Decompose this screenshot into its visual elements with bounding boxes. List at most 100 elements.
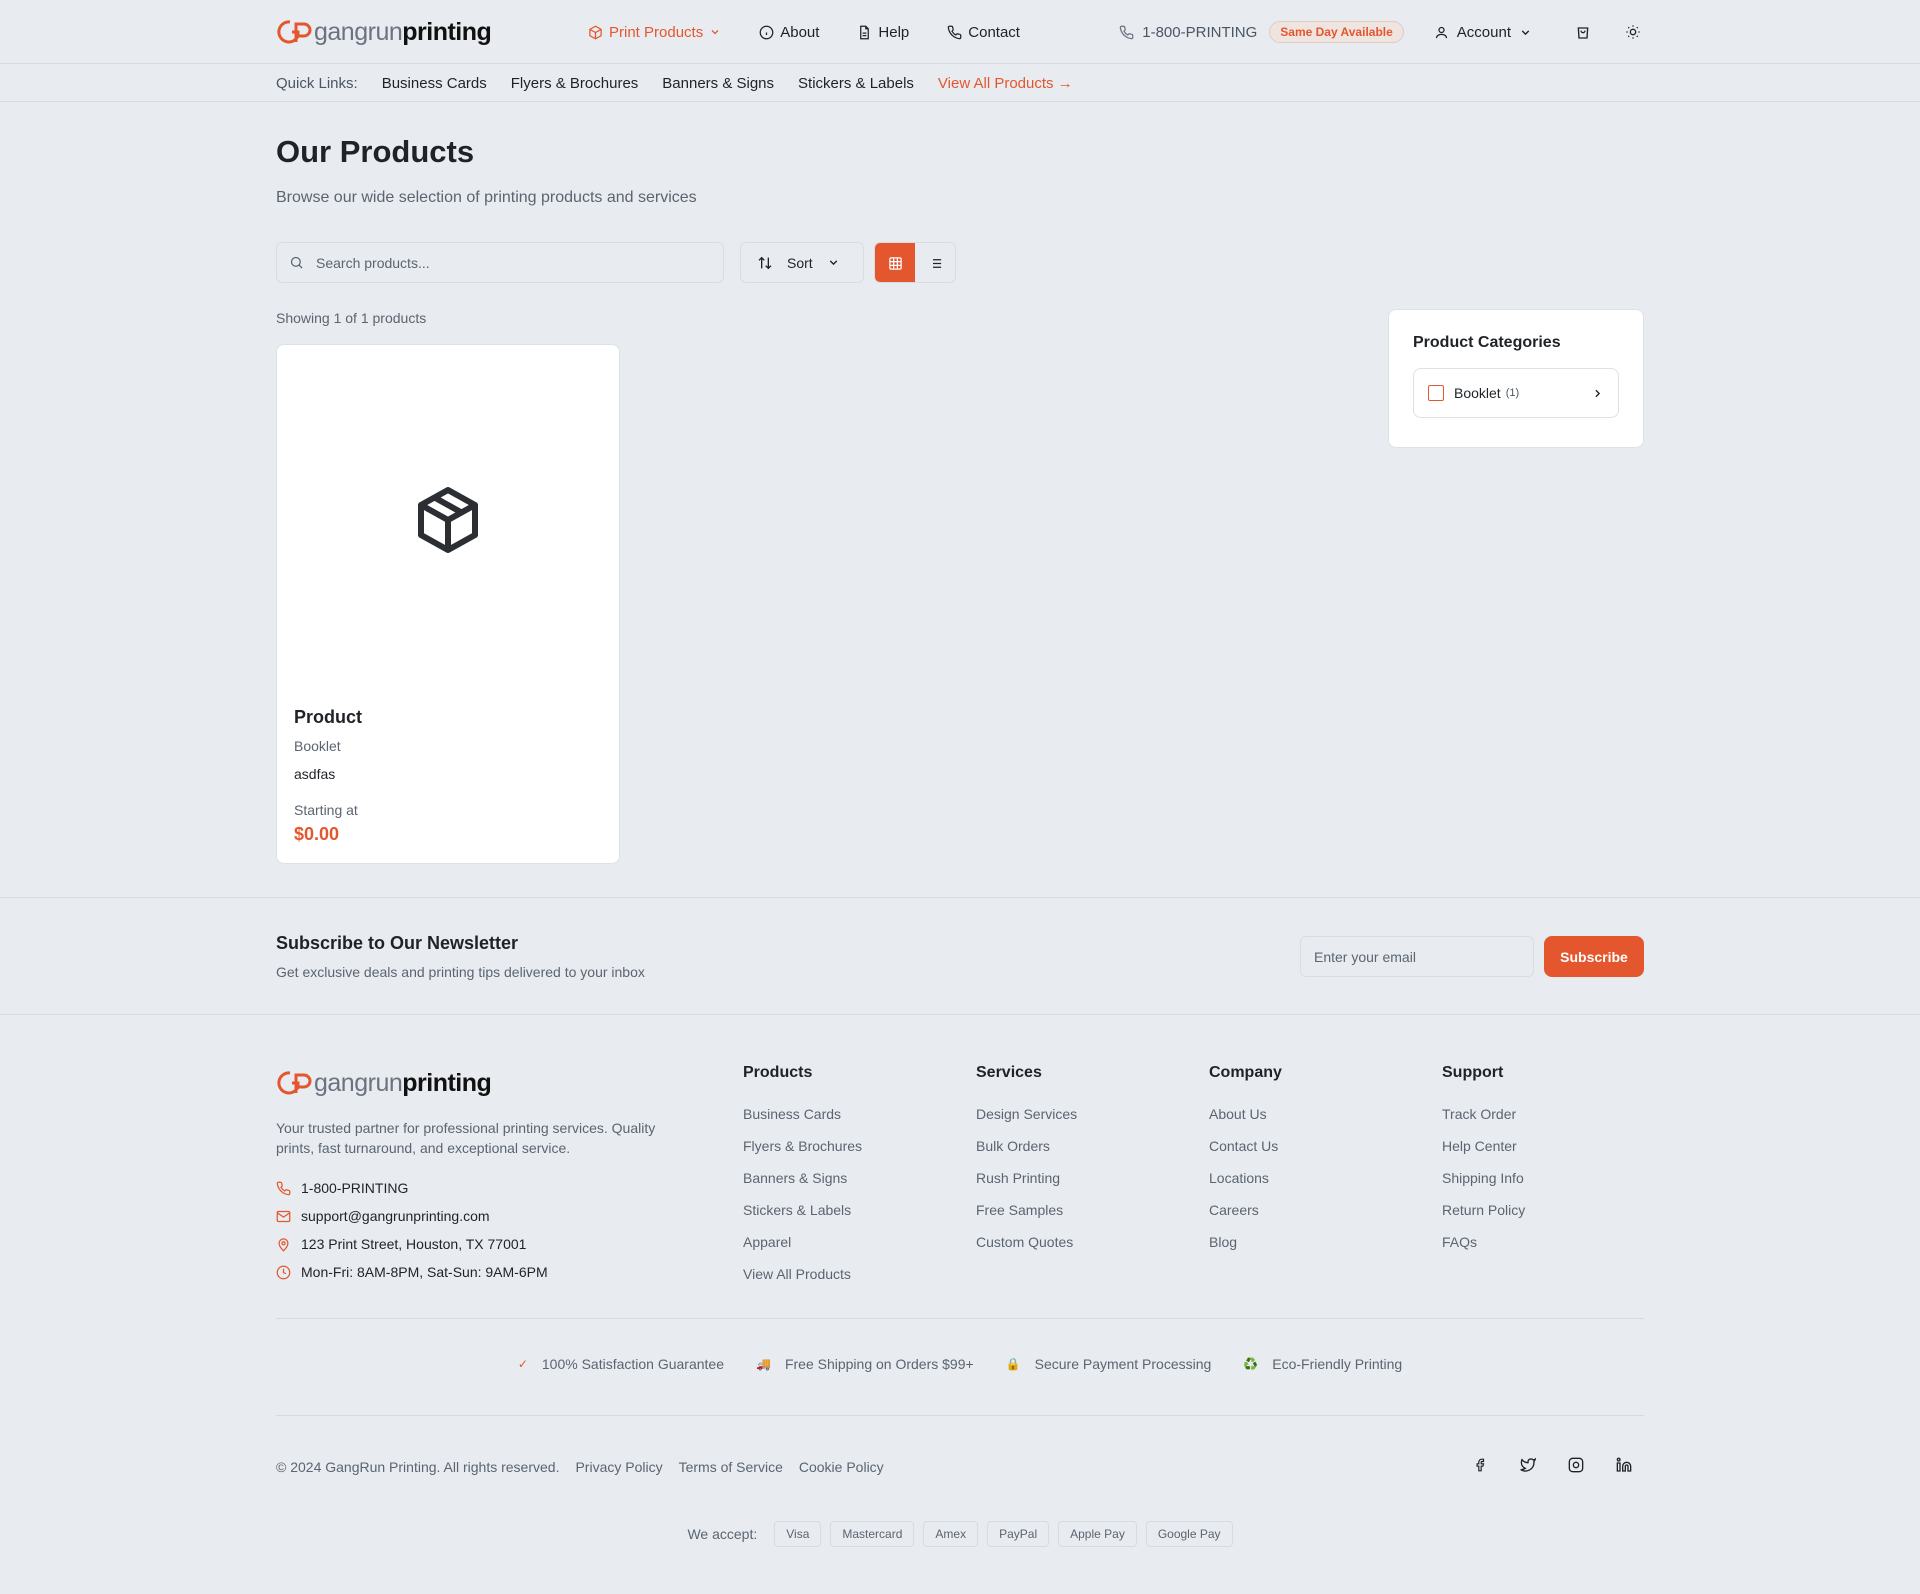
footer-link[interactable]: View All Products [743, 1258, 862, 1290]
footer-phone[interactable]: 1-800-PRINTING [276, 1174, 548, 1202]
trust-item: ♻️ Eco-Friendly Printing [1243, 1356, 1402, 1372]
chevron-down-icon [829, 260, 837, 266]
newsletter-title: Subscribe to Our Newsletter [276, 933, 519, 953]
payment-chip-google-pay: Google Pay [1145, 1521, 1233, 1547]
instagram-link[interactable] [1566, 1455, 1586, 1475]
facebook-link[interactable] [1470, 1455, 1490, 1475]
footer-phone-text: 1-800-PRINTING [301, 1180, 409, 1196]
lock-icon: 🔒 [1005, 1357, 1021, 1371]
logo-text-part1: gangrun [314, 17, 403, 46]
newsletter-email-input[interactable] [1300, 936, 1534, 977]
footer-col-company: Company About Us Contact Us Locations Ca… [1209, 1064, 1282, 1258]
header-tools: 1-800-PRINTING Same Day Available Accoun… [1119, 0, 1644, 64]
quick-link-stickers-labels[interactable]: Stickers & Labels [798, 75, 914, 92]
phone-icon [947, 25, 962, 39]
footer-link[interactable]: Design Services [976, 1098, 1077, 1130]
logo-mark-icon [277, 1071, 312, 1095]
footer-link[interactable]: Stickers & Labels [743, 1194, 862, 1226]
footer-address-text: 123 Print Street, Houston, TX 77001 [301, 1236, 527, 1252]
sort-label: Sort [787, 254, 813, 271]
account-menu[interactable]: Account [1434, 24, 1532, 41]
package-icon [589, 25, 602, 39]
subscribe-button[interactable]: Subscribe [1544, 936, 1644, 977]
footer-hours-text: Mon-Fri: 8AM-8PM, Sat-Sun: 9AM-6PM [301, 1264, 548, 1280]
site-logo[interactable]: gangrunprinting [276, 17, 492, 47]
footer-col-support: Support Track Order Help Center Shipping… [1442, 1064, 1525, 1258]
footer-link[interactable]: FAQs [1442, 1226, 1525, 1258]
category-count: (1) [1505, 387, 1520, 399]
product-price: $0.00 [294, 824, 340, 844]
footer-divider [276, 1415, 1644, 1416]
cart-button[interactable] [1572, 21, 1594, 43]
category-item-booklet[interactable]: Booklet (1) [1413, 368, 1619, 418]
trust-text: Eco-Friendly Printing [1272, 1356, 1403, 1372]
footer-bottom-links: © 2024 GangRun Printing. All rights rese… [276, 1459, 884, 1475]
trust-text: Secure Payment Processing [1034, 1356, 1212, 1372]
newsletter-subtitle: Get exclusive deals and printing tips de… [276, 964, 645, 980]
search-input[interactable] [316, 254, 696, 271]
footer-col-title: Services [976, 1064, 1042, 1081]
category-checkbox[interactable] [1428, 385, 1444, 401]
logo-text-part2: printing [402, 1068, 492, 1097]
footer-col-title: Support [1442, 1064, 1504, 1081]
product-description: asdfas [294, 766, 336, 782]
footer-link[interactable]: Custom Quotes [976, 1226, 1077, 1258]
footer-col-products: Products Business Cards Flyers & Brochur… [743, 1064, 862, 1290]
footer-link[interactable]: Blog [1209, 1226, 1282, 1258]
quick-link-view-all[interactable]: View All Products → [938, 75, 1073, 92]
nav-contact[interactable]: Contact [947, 24, 1020, 41]
trust-text: 100% Satisfaction Guarantee [541, 1356, 724, 1372]
phone-icon [276, 1181, 291, 1195]
footer-link[interactable]: Help Center [1442, 1130, 1525, 1162]
footer-link[interactable]: Track Order [1442, 1098, 1525, 1130]
twitter-icon [1520, 1457, 1536, 1472]
grid-view-button[interactable] [875, 243, 915, 282]
footer-divider [276, 1318, 1644, 1319]
quick-link-banners-signs[interactable]: Banners & Signs [662, 75, 774, 92]
chevron-down-icon [1521, 29, 1530, 35]
footer-link[interactable]: Flyers & Brochures [743, 1130, 862, 1162]
theme-toggle-button[interactable] [1622, 21, 1644, 43]
footer-link[interactable]: About Us [1209, 1098, 1282, 1130]
header-phone[interactable]: 1-800-PRINTING [1119, 24, 1257, 41]
nav-about[interactable]: About [759, 24, 819, 41]
footer-address: 123 Print Street, Houston, TX 77001 [276, 1230, 548, 1258]
footer-link[interactable]: Careers [1209, 1194, 1282, 1226]
nav-help[interactable]: Help [857, 24, 909, 41]
main-nav: Print Products About Help Contact [588, 0, 1058, 64]
privacy-policy-link[interactable]: Privacy Policy [575, 1459, 662, 1475]
footer-link[interactable]: Return Policy [1442, 1194, 1525, 1226]
recycle-icon: ♻️ [1243, 1357, 1259, 1371]
page-title: Our Products [276, 134, 475, 169]
list-icon [929, 259, 941, 268]
footer-link[interactable]: Contact Us [1209, 1130, 1282, 1162]
footer-link[interactable]: Apparel [743, 1226, 862, 1258]
payment-chip-amex: Amex [923, 1521, 979, 1547]
terms-of-service-link[interactable]: Terms of Service [679, 1459, 783, 1475]
linkedin-link[interactable] [1614, 1455, 1634, 1475]
footer-link[interactable]: Banners & Signs [743, 1162, 862, 1194]
quick-link-business-cards[interactable]: Business Cards [382, 75, 487, 92]
footer-link[interactable]: Rush Printing [976, 1162, 1077, 1194]
results-count: Showing 1 of 1 products [276, 310, 427, 326]
footer-link[interactable]: Free Samples [976, 1194, 1077, 1226]
list-view-button[interactable] [915, 243, 955, 282]
product-card[interactable]: Product Booklet asdfas Starting at $0.00 [276, 344, 620, 864]
sort-dropdown[interactable]: Sort [740, 242, 864, 283]
footer-link[interactable]: Shipping Info [1442, 1162, 1525, 1194]
footer-contact: 1-800-PRINTING support@gangrunprinting.c… [276, 1174, 548, 1286]
footer-email[interactable]: support@gangrunprinting.com [276, 1202, 548, 1230]
cookie-policy-link[interactable]: Cookie Policy [799, 1459, 884, 1475]
document-icon [860, 25, 870, 39]
payment-chip-visa: Visa [774, 1521, 822, 1547]
footer-link[interactable]: Business Cards [743, 1098, 862, 1130]
twitter-link[interactable] [1518, 1455, 1538, 1475]
footer-logo[interactable]: gangrunprinting [276, 1068, 492, 1098]
product-image-placeholder [277, 345, 619, 675]
mail-icon [276, 1210, 291, 1222]
payment-chip-mastercard: Mastercard [830, 1521, 915, 1547]
nav-print-products[interactable]: Print Products [588, 24, 721, 41]
footer-link[interactable]: Locations [1209, 1162, 1282, 1194]
footer-link[interactable]: Bulk Orders [976, 1130, 1077, 1162]
quick-link-flyers-brochures[interactable]: Flyers & Brochures [511, 75, 639, 92]
